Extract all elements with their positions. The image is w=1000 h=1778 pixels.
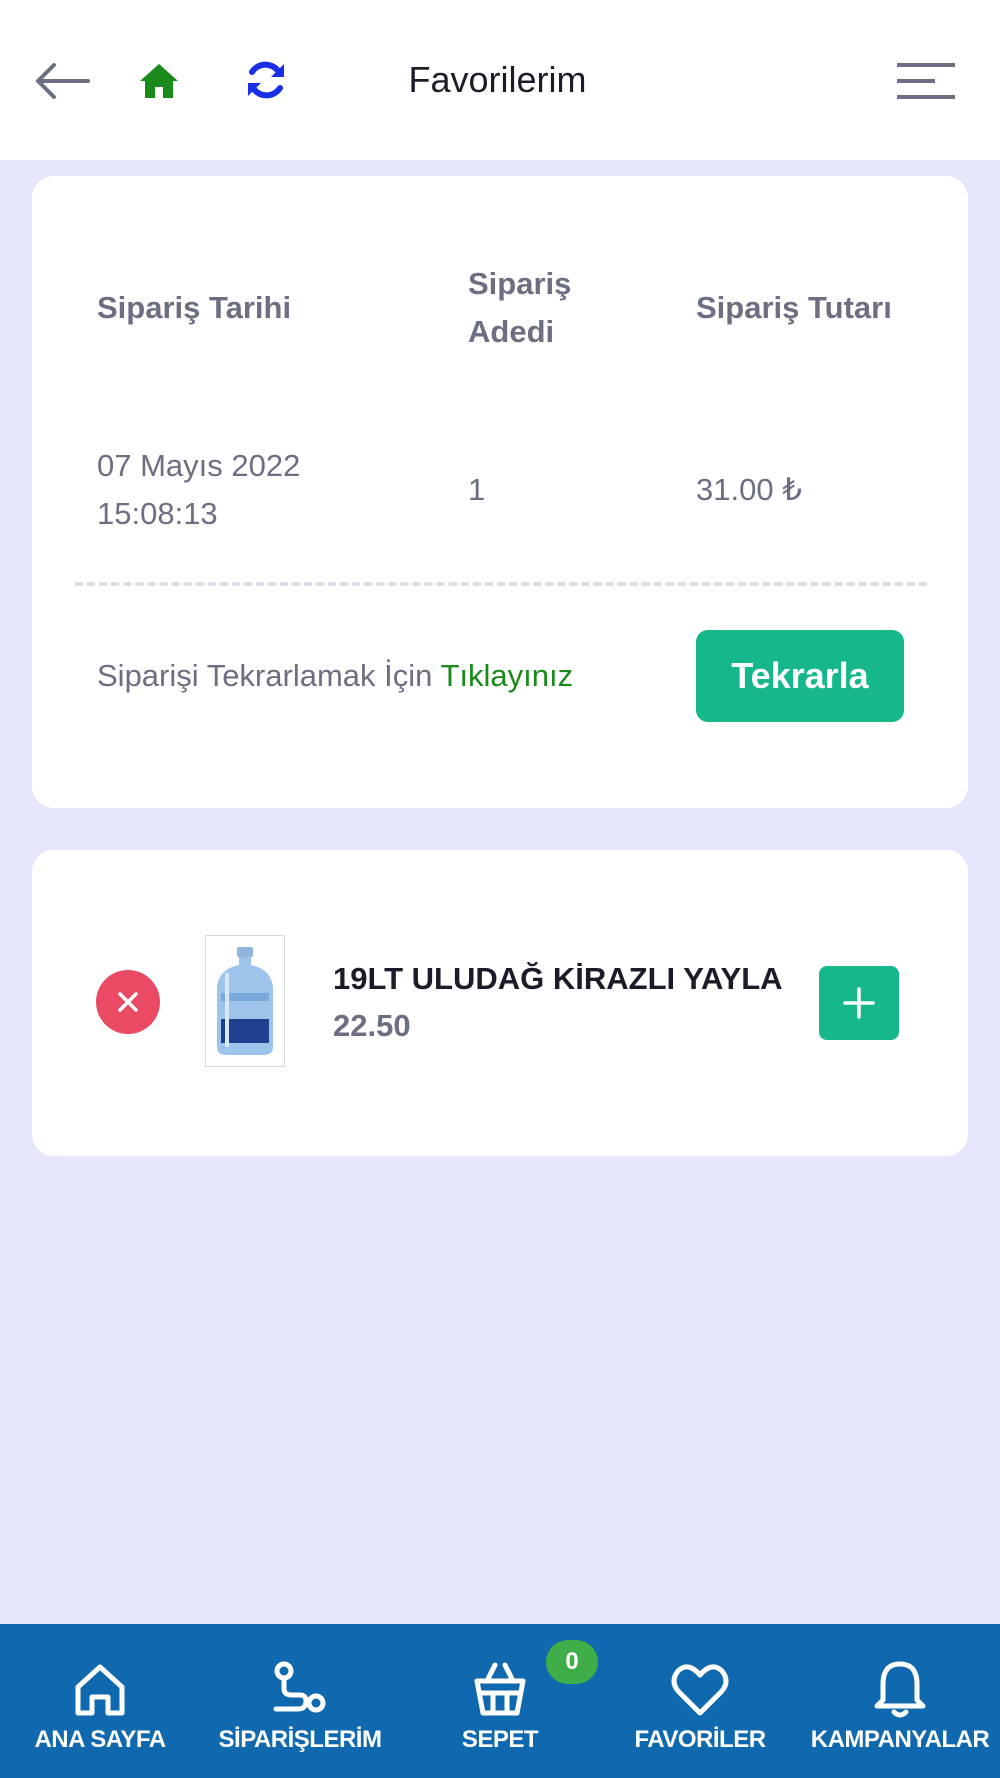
nav-item-favorites[interactable]: FAVORİLER: [626, 1624, 774, 1778]
nav-item-orders[interactable]: SİPARİŞLERİM: [210, 1624, 390, 1778]
nav-item-campaigns[interactable]: KAMPANYALAR: [800, 1624, 1000, 1778]
nav-item-home[interactable]: ANA SAYFA: [24, 1624, 176, 1778]
order-date: 07 Mayıs 2022 15:08:13: [97, 448, 301, 531]
back-button[interactable]: [30, 55, 94, 107]
plus-icon: [843, 987, 875, 1019]
order-total: 31.00 ₺: [696, 472, 802, 507]
menu-icon: [897, 63, 955, 99]
column-header-total: Sipariş Tutarı: [696, 290, 892, 325]
remove-favorite-button[interactable]: [96, 970, 160, 1034]
order-quantity: 1: [468, 472, 486, 507]
nav-label-cart: SEPET: [461, 1726, 539, 1753]
nav-label-campaigns: KAMPANYALAR: [810, 1726, 990, 1753]
repeat-instruction: Siparişi Tekrarlamak İçin Tıklayınız: [97, 652, 573, 700]
product-name: 19LT ULUDAĞ KİRAZLI YAYLA: [333, 961, 783, 996]
bottom-navigation: ANA SAYFA SİPARİŞLERİM SEPET FAVORİLER K…: [0, 1624, 1000, 1778]
refresh-button[interactable]: [238, 52, 294, 108]
menu-button[interactable]: [892, 55, 960, 107]
page-title: Favorilerim: [408, 59, 587, 100]
nav-label-orders: SİPARİŞLERİM: [218, 1726, 382, 1753]
bell-icon: [874, 1661, 926, 1718]
basket-icon: [474, 1662, 526, 1716]
home-icon: [140, 64, 178, 98]
refresh-icon: [248, 61, 284, 99]
repeat-order-button[interactable]: Tekrarla: [696, 630, 904, 722]
column-header-quantity: Sipariş Adedi: [468, 266, 572, 349]
nav-label-home: ANA SAYFA: [34, 1726, 166, 1753]
add-to-cart-button[interactable]: [819, 966, 899, 1040]
product-image: [205, 935, 285, 1067]
home-button[interactable]: [133, 55, 185, 107]
home-outline-icon: [75, 1664, 125, 1716]
water-bottle-icon: [217, 947, 273, 1055]
divider: [75, 582, 927, 586]
heart-icon: [671, 1664, 729, 1716]
favorite-product-card: 19LT ULUDAĞ KİRAZLI YAYLA 22.50: [32, 850, 968, 1156]
column-header-date: Sipariş Tarihi: [97, 290, 292, 325]
top-bar: Favorilerim: [0, 0, 1000, 160]
repeat-instruction-text: Siparişi Tekrarlamak İçin: [97, 658, 433, 693]
nav-item-cart[interactable]: SEPET: [430, 1624, 570, 1778]
cart-count-badge: 0: [546, 1640, 598, 1684]
repeat-link[interactable]: Tıklayınız: [440, 658, 573, 693]
product-price: 22.50: [333, 1008, 411, 1043]
nav-label-favorites: FAVORİLER: [634, 1726, 766, 1753]
route-icon: [273, 1661, 326, 1713]
arrow-left-icon: [36, 63, 90, 99]
order-card: Sipariş Tarihi Sipariş Adedi Sipariş Tut…: [32, 176, 968, 808]
close-icon: [118, 992, 138, 1012]
